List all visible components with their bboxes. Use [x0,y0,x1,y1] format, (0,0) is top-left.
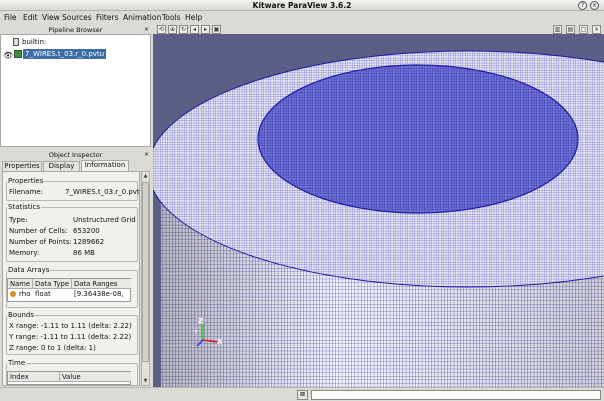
server-icon [13,38,19,46]
array-name[interactable]: rho [19,290,30,298]
tab-properties[interactable]: Properties [2,161,42,171]
statistics-group-title: Statistics [7,203,41,211]
camera-redo-icon[interactable]: ▸ [201,25,210,34]
inspector-scrollbar[interactable]: ▲ ▼ [141,171,150,386]
bounds-y: Y range: -1.11 to 1.11 (delta: 2.22) [9,333,132,341]
reset-camera-icon[interactable]: ⟲ [157,25,166,34]
menu-filters[interactable]: Filters [96,13,118,22]
axis-y-label: Y [194,329,198,336]
menu-sources[interactable]: Sources [62,13,92,22]
menu-animation[interactable]: Animation [123,13,161,22]
menu-tools[interactable]: Tools [162,13,180,22]
tab-display[interactable]: Display [43,161,80,171]
properties-group-title: Properties [7,177,45,185]
axis-x-label: X [217,338,223,346]
camera-undo-icon[interactable]: ◂ [190,25,199,34]
stat-points-label: Number of Points: [9,238,72,246]
object-inspector-title: Object Inspector [48,151,103,159]
stat-type-value: Unstructured Grid [73,216,136,224]
time-table: Index Value [7,371,131,385]
mesh-render [153,50,604,387]
point-data-icon [10,291,16,297]
data-arrays-group-title: Data Arrays [7,266,51,274]
pipeline-root[interactable]: builtin: [22,38,46,46]
pipeline-browser-title: Pipeline Browser [48,26,103,34]
stat-memory-value: 86 MB [73,249,95,257]
scroll-up-icon[interactable]: ▲ [142,172,149,180]
inspector-tabs: Properties Display Information [2,160,150,171]
pipeline-browser: builtin: 👁 7_WIRES.t_03.r_0.pvtu [0,34,151,147]
pipeline-close-icon[interactable]: × [144,26,149,34]
view-toolbar: ⟲ ⊕ ↻ ◂ ▸ ▣ ▥ ▤ □ × [153,24,604,34]
stat-memory-label: Memory: [9,249,40,257]
stat-points-value: 1289662 [73,238,105,246]
progress-bar [311,390,601,400]
title-bar: Kitware ParaView 3.6.2 ? × [0,0,604,11]
information-panel: Properties Filename: 7_WIRES.t_03.r_0.pv… [2,171,140,386]
stat-cells-value: 653200 [73,227,100,235]
screenshot-icon[interactable]: ▣ [212,25,221,34]
rotate-icon[interactable]: ↻ [179,25,188,34]
window-title: Kitware ParaView 3.6.2 [252,1,352,10]
menu-edit[interactable]: Edit [23,13,38,22]
split-vertical-icon[interactable]: ▤ [566,25,575,34]
array-type: float [35,290,51,298]
stat-cells-label: Number of Cells: [9,227,68,235]
pipeline-item-pvtu[interactable]: 7_WIRES.t_03.r_0.pvtu [23,49,107,59]
menu-view[interactable]: View [42,13,60,22]
scroll-down-icon[interactable]: ▼ [142,377,149,385]
menu-help[interactable]: Help [185,13,202,22]
cylinder-core [257,64,579,214]
axis-z-label: Z [198,317,204,325]
bounds-z: Z range: 0 to 1 (delta: 1) [9,344,96,352]
render-view[interactable]: Z Y X [153,34,604,387]
stat-type-label: Type: [9,216,28,224]
col-range-header[interactable]: Data Ranges [72,279,131,289]
time-group-title: Time [7,359,27,367]
maximize-view-icon[interactable]: □ [579,25,588,34]
bounds-x: X range: -1.11 to 1.11 (delta: 2.22) [9,322,132,330]
col-value-header[interactable]: Value [60,372,131,382]
progress-abort-icon[interactable]: ⊠ [297,390,308,400]
scroll-thumb[interactable] [142,182,149,362]
col-type-header[interactable]: Data Type [33,279,72,289]
eye-icon[interactable]: 👁 [3,51,13,60]
object-inspector-header: Object Inspector × [0,151,151,159]
tab-information[interactable]: Information [81,160,129,171]
zoom-icon[interactable]: ⊕ [168,25,177,34]
col-index-header[interactable]: Index [8,372,60,382]
inspector-close-icon[interactable]: × [144,151,149,159]
status-bar: ⊠ [0,387,604,401]
pipeline-browser-header: Pipeline Browser × [0,26,151,34]
close-window-button[interactable]: × [590,1,599,10]
close-view-icon[interactable]: × [592,25,601,34]
menu-bar: File Edit View Sources Filters Animation… [0,11,604,23]
array-range: [9.36438e-08, [74,290,124,298]
split-horizontal-icon[interactable]: ▥ [553,25,562,34]
help-window-button[interactable]: ? [578,1,587,10]
filename-label: Filename: [9,188,43,196]
data-source-icon [14,50,22,58]
data-arrays-table: Name Data Type Data Ranges rho float [9.… [7,278,131,302]
menu-file[interactable]: File [4,13,17,22]
filename-value: 7_WIRES.t_03.r_0.pvtu [65,188,140,196]
bounds-group-title: Bounds [7,311,36,319]
col-name-header[interactable]: Name [8,279,33,289]
